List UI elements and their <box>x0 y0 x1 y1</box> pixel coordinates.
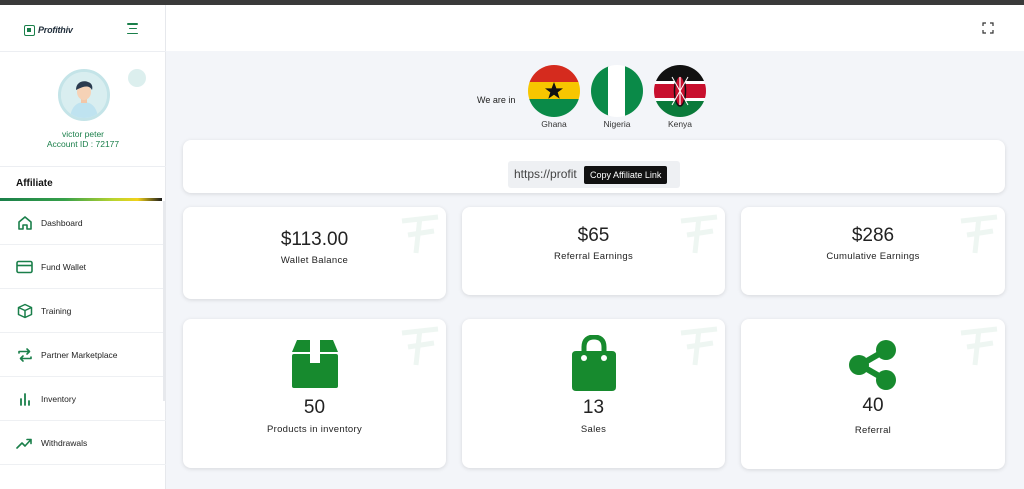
tile-label: Referral <box>854 425 892 436</box>
sidebar-scrollbar[interactable] <box>163 201 166 401</box>
sidebar-item-training[interactable]: Training <box>0 289 166 333</box>
brand-logo[interactable]: Profithiv <box>24 23 73 37</box>
sidebar-divider <box>0 166 166 167</box>
sidebar-divider <box>0 51 166 52</box>
menu-toggle-icon[interactable] <box>126 23 139 34</box>
kenya-flag-icon <box>654 65 706 117</box>
referral-earnings-card[interactable]: $65 Referral Earnings <box>462 207 725 295</box>
countries-intro: We are in <box>477 95 516 105</box>
watermark-icon <box>680 326 718 366</box>
sidebar-item-withdrawals[interactable]: Withdrawals <box>0 421 166 465</box>
top-header <box>166 5 1024 51</box>
tile-label: Products in inventory <box>266 424 362 435</box>
account-id: Account ID : 72177 <box>46 139 120 149</box>
sidebar-section-label: Affiliate <box>16 178 53 189</box>
profile-name: victor peter <box>61 129 105 139</box>
sidebar-item-dashboard[interactable]: Dashboard <box>0 201 166 245</box>
referral-card[interactable]: 40 Referral <box>741 319 1005 469</box>
sidebar-item-label: Dashboard <box>41 217 83 228</box>
fullscreen-icon[interactable] <box>982 21 994 34</box>
exchange-arrows-icon <box>16 346 33 363</box>
brand-mark-icon <box>24 24 35 36</box>
sidebar-item-label: Inventory <box>41 393 76 404</box>
wallet-balance-card[interactable]: $113.00 Wallet Balance <box>183 207 446 299</box>
sidebar-nav: Dashboard Fund Wallet Training Partner M… <box>0 201 166 465</box>
avatar[interactable] <box>58 69 110 121</box>
cumulative-earnings-card[interactable]: $286 Cumulative Earnings <box>741 207 1005 295</box>
wallet-card-icon <box>16 258 33 275</box>
box-icon <box>16 302 33 319</box>
stat-value: $286 <box>851 225 895 246</box>
products-inventory-card[interactable]: 50 Products in inventory <box>183 319 446 468</box>
flag-label-nigeria: Nigeria <box>603 119 631 129</box>
flag-label-ghana: Ghana <box>541 119 567 129</box>
sidebar-item-inventory[interactable]: Inventory <box>0 377 166 421</box>
stat-label: Wallet Balance <box>280 255 349 266</box>
tile-value: 13 <box>582 397 605 418</box>
ghana-flag-icon <box>528 65 580 117</box>
shopping-bag-icon <box>571 335 616 391</box>
sidebar-item-label: Withdrawals <box>41 437 88 448</box>
stat-label: Referral Earnings <box>553 251 634 262</box>
package-box-icon <box>291 340 338 388</box>
sidebar-item-partner-marketplace[interactable]: Partner Marketplace <box>0 333 166 377</box>
nigeria-flag-icon <box>591 65 643 117</box>
tile-label: Sales <box>580 424 607 435</box>
stat-value: $65 <box>577 225 610 246</box>
watermark-icon <box>401 326 439 366</box>
status-dot <box>128 69 146 87</box>
sidebar-item-label: Training <box>41 305 72 316</box>
sales-card[interactable]: 13 Sales <box>462 319 725 468</box>
sidebar: Profithiv victor peter Account ID : 7217… <box>0 5 166 489</box>
home-icon <box>16 214 33 231</box>
sidebar-item-fund-wallet[interactable]: Fund Wallet <box>0 245 166 289</box>
copy-link-tooltip[interactable]: Copy Affiliate Link <box>584 166 668 184</box>
stat-value: $113.00 <box>280 229 349 250</box>
tile-value: 40 <box>862 395 884 416</box>
brand-name: Profithiv <box>38 25 73 35</box>
stat-label: Cumulative Earnings <box>826 251 920 262</box>
flag-label-kenya: Kenya <box>667 119 693 129</box>
bar-chart-icon <box>16 390 33 407</box>
sidebar-item-label: Fund Wallet <box>41 261 87 272</box>
trending-up-icon <box>16 434 33 451</box>
tile-value: 50 <box>303 397 326 418</box>
watermark-icon <box>960 326 998 366</box>
sidebar-item-label: Partner Marketplace <box>41 349 118 360</box>
share-icon <box>849 340 896 390</box>
